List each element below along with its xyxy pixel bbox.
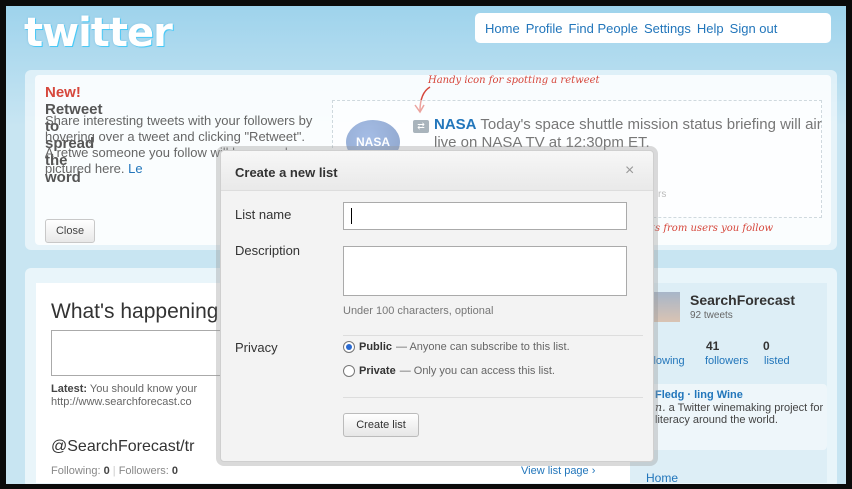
public-label: Public: [359, 341, 393, 353]
promo-title-new: New!: [45, 84, 81, 101]
latest-label: Latest:: [51, 383, 88, 395]
create-list-button[interactable]: Create list: [343, 413, 419, 437]
avatar[interactable]: [652, 292, 680, 322]
sidebar-username[interactable]: SearchForecast: [690, 292, 795, 308]
annotation-follow: ts from users you follow: [651, 223, 774, 234]
sidebar-tweet-count: 92 tweets: [690, 310, 733, 321]
retweet-icon: ⇄: [413, 120, 429, 133]
nav-find-people[interactable]: Find People: [569, 21, 638, 36]
twitter-logo[interactable]: twitter: [24, 10, 173, 56]
close-icon[interactable]: ×: [625, 162, 634, 180]
promo-card-body: n. a Twitter winemaking project for lite…: [655, 401, 825, 427]
view-list-page-link[interactable]: View list page ›: [521, 465, 595, 477]
followers-label: Followers:: [118, 465, 169, 477]
followers-link[interactable]: followers: [705, 355, 748, 367]
list-name-input[interactable]: [343, 202, 627, 230]
privacy-public-option[interactable]: Public — Anyone can subscribe to this li…: [343, 341, 570, 353]
list-follow-counts: Following: 0 | Followers: 0: [51, 465, 179, 477]
tweet-body: Today's space shuttle mission status bri…: [434, 116, 822, 151]
privacy-private-option[interactable]: Private — Only you can access this list.: [343, 365, 555, 377]
list-name-label: List name: [235, 207, 292, 222]
divider: [343, 397, 643, 398]
list-title: @SearchForecast/tr: [51, 438, 195, 455]
followers-count[interactable]: 41: [706, 339, 719, 353]
private-label: Private: [359, 365, 396, 377]
private-radio[interactable]: [343, 365, 355, 377]
example-tweet-text: NASA Today's space shuttle mission statu…: [434, 116, 824, 152]
tweet-username[interactable]: NASA: [434, 116, 477, 133]
following-label: Following:: [51, 465, 101, 477]
followers-value: 0: [171, 465, 179, 477]
whats-happening-heading: What's happening: [51, 300, 219, 323]
latest-status: Latest: You should know your http://www.…: [51, 383, 231, 409]
promo-card-title[interactable]: Fledg · ling Wine: [655, 389, 743, 401]
dialog-title: Create a new list: [235, 165, 338, 180]
privacy-label: Privacy: [235, 340, 278, 355]
private-desc: — Only you can access this list.: [399, 365, 555, 377]
top-navigation: Home Profile Find People Settings Help S…: [475, 13, 831, 43]
listed-link[interactable]: listed: [764, 355, 790, 367]
description-label: Description: [235, 243, 301, 258]
description-field[interactable]: [343, 246, 627, 296]
following-link[interactable]: llowing: [651, 355, 685, 367]
promo-learn-more-link[interactable]: Le: [128, 161, 142, 176]
nav-home[interactable]: Home: [485, 21, 520, 36]
nav-sign-out[interactable]: Sign out: [730, 21, 778, 36]
promo-close-button[interactable]: Close: [45, 219, 95, 243]
text-cursor: [351, 208, 352, 224]
status-input[interactable]: [51, 330, 229, 376]
divider: [343, 335, 643, 336]
nav-settings[interactable]: Settings: [644, 21, 691, 36]
promo-card-italic: n.: [655, 401, 666, 414]
public-desc: — Anyone can subscribe to this list.: [396, 341, 570, 353]
create-list-dialog: Create a new list × List name Descriptio…: [220, 150, 654, 462]
listed-count[interactable]: 0: [763, 339, 770, 353]
promo-card-text: a Twitter winemaking project for literac…: [655, 402, 824, 426]
public-radio[interactable]: [343, 341, 355, 353]
tweet-faded-text: rs: [658, 189, 667, 200]
nav-help[interactable]: Help: [697, 21, 724, 36]
nav-profile[interactable]: Profile: [526, 21, 563, 36]
following-value: 0: [103, 465, 110, 477]
sidebar-home-link[interactable]: Home: [646, 471, 678, 484]
annotation-retweet-icon: Handy icon for spotting a retweet: [428, 75, 600, 86]
description-hint: Under 100 characters, optional: [343, 305, 494, 317]
viewport: twitter Home Profile Find People Setting…: [6, 6, 846, 484]
